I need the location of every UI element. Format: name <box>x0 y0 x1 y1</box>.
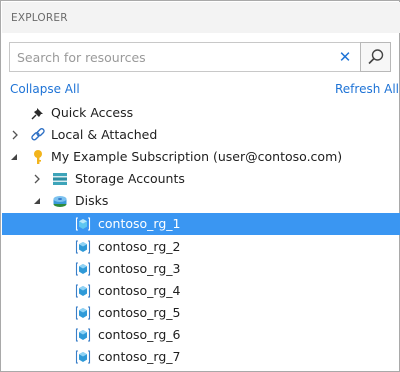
managed-disk-icon <box>75 284 91 298</box>
pin-icon <box>31 108 43 120</box>
tree-item-disk[interactable]: contoso_rg_1 <box>2 213 400 235</box>
search-button[interactable] <box>360 42 391 72</box>
panel-title: EXPLORER <box>11 12 68 24</box>
tree-item-quick-access[interactable]: Quick Access <box>2 102 400 124</box>
tree-item-label: contoso_rg_7 <box>98 349 181 364</box>
tree-item-local-attached[interactable]: Local & Attached <box>2 124 400 146</box>
tree-item-disk[interactable]: contoso_rg_2 <box>2 236 400 258</box>
tree-item-label: contoso_rg_5 <box>98 305 181 320</box>
explorer-panel: EXPLORER ✕ Collapse All Refresh All Quic… <box>0 0 400 372</box>
chevron-right-icon[interactable] <box>11 130 19 140</box>
search-input[interactable] <box>11 44 329 70</box>
tree-item-label: contoso_rg_6 <box>98 327 181 342</box>
tree-item-label: My Example Subscription (user@contoso.co… <box>51 149 343 164</box>
tree-item-storage-accounts[interactable]: Storage Accounts <box>2 168 400 190</box>
managed-disk-icon <box>75 328 91 342</box>
managed-disk-icon <box>75 262 91 276</box>
managed-disk-icon <box>75 350 91 364</box>
tree-item-disk[interactable]: contoso_rg_6 <box>2 324 400 346</box>
tree-item-label: contoso_rg_2 <box>98 239 181 254</box>
tree-item-label: Local & Attached <box>51 127 158 142</box>
link-icon <box>31 128 45 141</box>
managed-disk-icon <box>75 217 91 231</box>
tree-item-disk[interactable]: contoso_rg_5 <box>2 302 400 324</box>
chevron-expanded-icon[interactable] <box>33 196 41 206</box>
search-box: ✕ <box>9 42 361 72</box>
panel-header: EXPLORER <box>2 2 400 33</box>
managed-disk-icon <box>75 240 91 254</box>
tree-item-label: contoso_rg_1 <box>98 216 181 231</box>
storage-accounts-icon <box>53 173 67 185</box>
collapse-all-link[interactable]: Collapse All <box>10 82 80 96</box>
tree-item-disk[interactable]: contoso_rg_7 <box>2 346 400 368</box>
managed-disk-icon <box>75 306 91 320</box>
chevron-expanded-icon[interactable] <box>10 152 18 162</box>
key-icon <box>34 150 42 164</box>
refresh-all-link[interactable]: Refresh All <box>335 82 399 96</box>
chevron-right-icon[interactable] <box>33 174 41 184</box>
disks-icon <box>53 196 67 207</box>
tree-item-label: Disks <box>75 193 109 208</box>
tree-item-disk[interactable]: contoso_rg_4 <box>2 280 400 302</box>
tree-item-label: Storage Accounts <box>75 171 185 186</box>
search-icon <box>368 49 384 65</box>
tree-item-label: contoso_rg_4 <box>98 283 181 298</box>
tree-item-disks[interactable]: Disks <box>2 190 400 212</box>
clear-search-icon[interactable]: ✕ <box>336 48 354 66</box>
tree-item-label: Quick Access <box>51 105 134 120</box>
tree-item-label: contoso_rg_3 <box>98 261 181 276</box>
tree-item-subscription[interactable]: My Example Subscription (user@contoso.co… <box>2 146 400 168</box>
tree-item-disk[interactable]: contoso_rg_3 <box>2 258 400 280</box>
